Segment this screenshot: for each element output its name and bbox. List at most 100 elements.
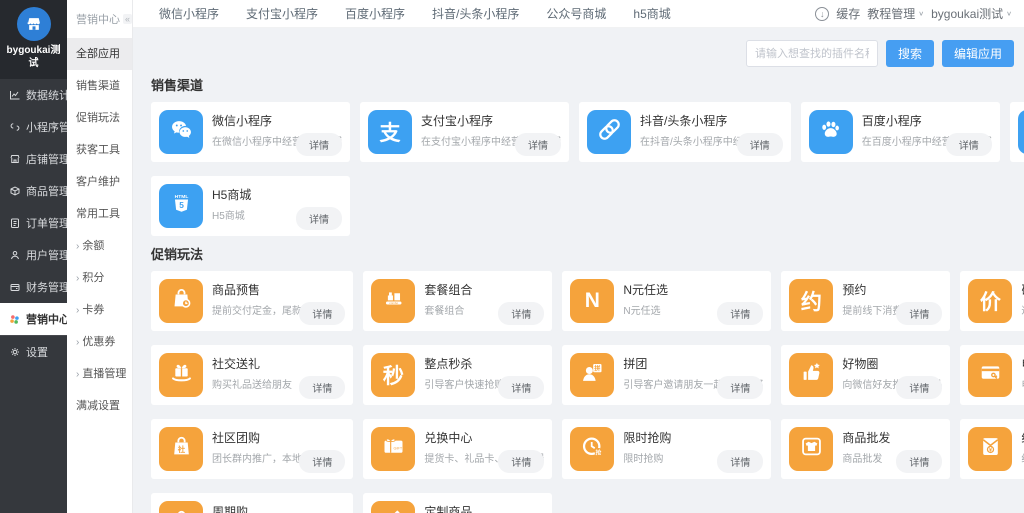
app-card[interactable]: combo套餐组合套餐组合详情 (363, 271, 552, 331)
red-packet-icon: ¥ (968, 427, 1012, 471)
app-card[interactable]: 定制商品定制商品详情 (363, 493, 552, 513)
user-menu[interactable]: bygoukai测试 ∨ (931, 5, 1012, 22)
submenu-item-5[interactable]: 常用工具 (67, 198, 132, 230)
primary-sidebar: bygoukai测试 数据统计小程序管理店铺管理商品管理订单管理用户管理财务管理… (0, 0, 67, 513)
card-title: 限时抢购 (623, 429, 763, 446)
card-title: 商品批发 (842, 429, 942, 446)
settings-icon (8, 345, 21, 358)
app-card[interactable]: 微信小程序在微信小程序中经营你的店铺详情 (151, 102, 350, 162)
wechat-icon (159, 110, 203, 154)
app-card[interactable]: 百度小程序在百度小程序中经营你的店铺详情 (801, 102, 1000, 162)
app-card[interactable]: 社交送礼购买礼品送给朋友详情 (151, 345, 353, 405)
tutorial-menu[interactable]: 教程管理 ∨ (867, 5, 924, 22)
submenu-item-label: 常用工具 (76, 208, 120, 220)
sidebar-item-4[interactable]: 订单管理 (0, 207, 67, 239)
app-card[interactable]: 商品预售提前交付定金，尾款享受优惠详情 (151, 271, 353, 331)
card-grid: 微信小程序在微信小程序中经营你的店铺详情支支付宝小程序在支付宝小程序中经营你的店… (151, 102, 1014, 236)
card-detail-button[interactable]: 详情 (717, 376, 763, 399)
app-card[interactable]: 价砍价邀请好友砍价后低价购买详情 (960, 271, 1024, 331)
app-card[interactable]: 电子卡密电子卡密详情 (960, 345, 1024, 405)
app-card[interactable]: GIFT兑换中心提货卡、礼品卡、送礼神器详情 (363, 419, 552, 479)
card-detail-button[interactable]: 详情 (299, 450, 345, 473)
submenu-item-0[interactable]: 全部应用 (67, 38, 132, 70)
store-logo-icon[interactable] (17, 7, 51, 41)
card-detail-button[interactable]: 详情 (946, 133, 992, 156)
app-card[interactable]: 社社区团购团长群内推广，本地社区自提详情 (151, 419, 353, 479)
shop-icon (8, 153, 21, 166)
submenu-item-7[interactable]: ›积分 (67, 262, 132, 294)
cycle-bag-icon (159, 501, 203, 513)
submenu-item-11[interactable]: 满减设置 (67, 390, 132, 422)
card-detail-button[interactable]: 详情 (498, 450, 544, 473)
cache-download-icon[interactable]: ↓ (815, 7, 829, 21)
submenu-item-6[interactable]: ›余额 (67, 230, 132, 262)
thumb-star-icon (789, 353, 833, 397)
card-detail-button[interactable]: 详情 (737, 133, 783, 156)
card-detail-button[interactable]: 详情 (498, 376, 544, 399)
channel-tab-4[interactable]: 公众号商城 (546, 5, 606, 22)
collapse-sidebar-icon[interactable]: « (123, 14, 132, 24)
submenu-item-4[interactable]: 客户维护 (67, 166, 132, 198)
search-button[interactable]: 搜索 (886, 40, 934, 67)
card-detail-button[interactable]: 详情 (299, 302, 345, 325)
sidebar-item-7[interactable]: 营销中心 (0, 303, 67, 335)
channel-tabs: 微信小程序 支付宝小程序 百度小程序 抖音/头条小程序 公众号商城 h5商城 (159, 5, 671, 22)
card-detail-button[interactable]: 详情 (515, 133, 561, 156)
app-card[interactable]: 周期购周期购是一款可以切入“买家…详情 (151, 493, 353, 513)
edit-apps-button[interactable]: 编辑应用 (942, 40, 1014, 67)
submenu-item-9[interactable]: ›优惠券 (67, 326, 132, 358)
app-card[interactable]: 支支付宝小程序在支付宝小程序中经营你的店铺详情 (360, 102, 569, 162)
sidebar-item-1[interactable]: 小程序管理 (0, 111, 67, 143)
channel-tab-3[interactable]: 抖音/头条小程序 (432, 5, 519, 22)
card-detail-button[interactable]: 详情 (498, 302, 544, 325)
channel-tab-1[interactable]: 支付宝小程序 (246, 5, 318, 22)
card-detail-button[interactable]: 详情 (896, 450, 942, 473)
app-card[interactable]: 约预约提前线下消费或服务详情 (781, 271, 950, 331)
submenu-item-10[interactable]: ›直播管理 (67, 358, 132, 390)
sidebar-item-label: 营销中心 (26, 311, 70, 327)
card-detail-button[interactable]: 详情 (896, 376, 942, 399)
wholesale-shirt-icon (789, 427, 833, 471)
cache-label[interactable]: 缓存 (836, 5, 860, 22)
bargain-icon: 价 (980, 286, 1001, 316)
sidebar-item-8[interactable]: 设置 (0, 335, 67, 367)
app-card[interactable]: 抢限时抢购限时抢购详情 (562, 419, 771, 479)
app-card[interactable]: NN元任选N元任选详情 (562, 271, 771, 331)
submenu-item-1[interactable]: 销售渠道 (67, 70, 132, 102)
expand-arrow-icon: › (76, 273, 79, 284)
card-grid: 商品预售提前交付定金，尾款享受优惠详情combo套餐组合套餐组合详情NN元任选N… (151, 271, 1014, 513)
sidebar-item-2[interactable]: 店铺管理 (0, 143, 67, 175)
app-card[interactable]: 公众号商城公众号商城详情 (1010, 102, 1024, 162)
sidebar-item-6[interactable]: 财务管理 (0, 271, 67, 303)
card-title: 定制商品 (424, 503, 544, 513)
app-card[interactable]: 好物圈向微信好友推荐好商品详情 (781, 345, 950, 405)
channel-tab-2[interactable]: 百度小程序 (345, 5, 405, 22)
app-card[interactable]: ¥红包墙红包墙详情 (960, 419, 1024, 479)
channel-tab-5[interactable]: h5商城 (633, 5, 670, 22)
app-card[interactable]: 拼拼团引导客户邀请朋友一起拼团购买详情 (562, 345, 771, 405)
card-detail-button[interactable]: 详情 (717, 450, 763, 473)
sidebar-item-0[interactable]: 数据统计 (0, 79, 67, 111)
card-detail-button[interactable]: 详情 (296, 133, 342, 156)
submenu-item-8[interactable]: ›卡券 (67, 294, 132, 326)
card-title: 整点秒杀 (424, 355, 544, 372)
app-card[interactable]: HTML5H5商城H5商城详情 (151, 176, 350, 236)
app-card[interactable]: 抖音/头条小程序在抖音/头条小程序中经营你的…详情 (579, 102, 791, 162)
plugin-search-input[interactable] (746, 40, 878, 67)
app-card[interactable]: 秒整点秒杀引导客户快速抢购详情 (363, 345, 552, 405)
app-card[interactable]: 商品批发商品批发详情 (781, 419, 950, 479)
card-detail-button[interactable]: 详情 (896, 302, 942, 325)
submenu-item-label: 客户维护 (76, 176, 120, 188)
tutorial-label: 教程管理 (867, 5, 915, 22)
card-title: 好物圈 (842, 355, 942, 372)
sidebar-item-3[interactable]: 商品管理 (0, 175, 67, 207)
sidebar-item-5[interactable]: 用户管理 (0, 239, 67, 271)
recycle-arrows-icon (1018, 110, 1024, 154)
channel-tab-0[interactable]: 微信小程序 (159, 5, 219, 22)
submenu-item-2[interactable]: 促销玩法 (67, 102, 132, 134)
card-detail-button[interactable]: 详情 (717, 302, 763, 325)
card-detail-button[interactable]: 详情 (299, 376, 345, 399)
card-detail-button[interactable]: 详情 (296, 207, 342, 230)
submenu-item-3[interactable]: 获客工具 (67, 134, 132, 166)
svg-text:5: 5 (179, 200, 184, 210)
